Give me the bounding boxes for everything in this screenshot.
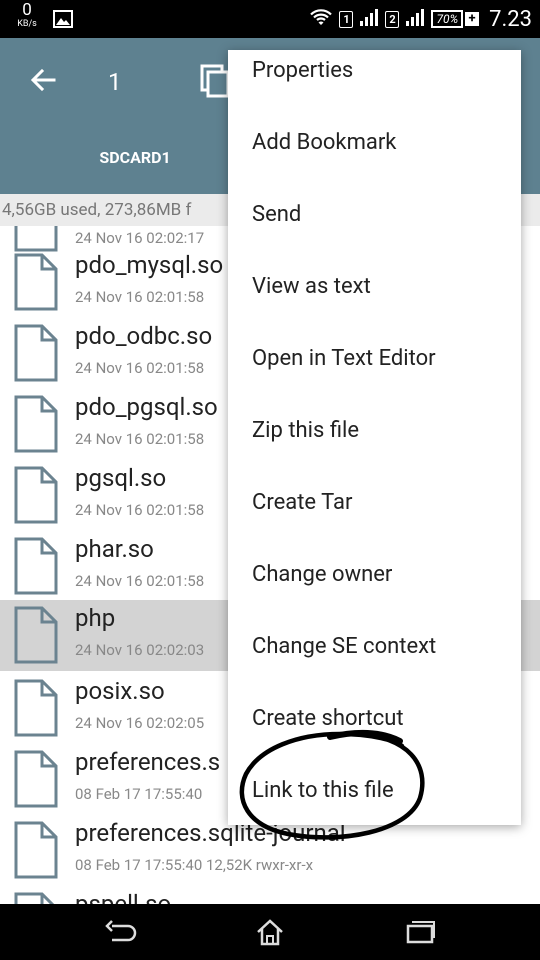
- file-icon: [14, 892, 55, 904]
- file-icon: [14, 253, 58, 311]
- menu-item-create-tar[interactable]: Create Tar: [228, 468, 521, 540]
- menu-item-label: Properties: [252, 58, 354, 83]
- file-meta: 24 Nov 16 02:02:17: [75, 229, 205, 247]
- menu-item-label: Change SE context: [252, 634, 437, 659]
- network-speed-unit: KB/s: [17, 19, 37, 29]
- sim1-badge: 1: [339, 10, 354, 28]
- file-meta: 24 Nov 16 02:01:58: [75, 501, 205, 519]
- menu-item-link-to-this-file[interactable]: Link to this file: [228, 756, 521, 825]
- menu-item-label: Add Bookmark: [252, 130, 397, 155]
- copy-icon: [200, 64, 230, 98]
- menu-item-label: Zip this file: [252, 418, 360, 443]
- file-meta: 24 Nov 16 02:01:58: [75, 288, 205, 306]
- menu-item-label: Change owner: [252, 562, 393, 587]
- menu-item-label: Link to this file: [252, 778, 394, 803]
- file-icon: [14, 324, 58, 382]
- file-icon: [14, 466, 58, 524]
- menu-item-zip-this-file[interactable]: Zip this file: [228, 396, 521, 468]
- nav-home-button[interactable]: [250, 916, 290, 948]
- file-meta: 24 Nov 16 02:01:58: [75, 430, 205, 448]
- file-name: pdo_odbc.so: [75, 322, 213, 350]
- network-speed-value: 0: [22, 0, 32, 20]
- file-meta: 24 Nov 16 02:02:03: [75, 641, 205, 659]
- nav-recents-button[interactable]: [400, 916, 440, 948]
- menu-item-open-in-text-editor[interactable]: Open in Text Editor: [228, 324, 521, 396]
- file-name: pdo_mysql.so: [75, 251, 224, 279]
- file-name: pgsql.so: [75, 464, 167, 492]
- battery-icon: 70% +: [431, 10, 480, 28]
- file-icon: [14, 537, 58, 595]
- file-icon: [14, 606, 58, 664]
- signal-icon: [359, 8, 379, 30]
- signal-icon: [405, 8, 425, 30]
- nav-recents-icon: [406, 921, 435, 944]
- menu-item-label: Open in Text Editor: [252, 346, 436, 371]
- arrow-back-icon: [30, 68, 56, 92]
- file-name: phar.so: [75, 535, 154, 563]
- file-name: pspell.so: [75, 890, 172, 904]
- copy-button[interactable]: [196, 60, 232, 100]
- menu-item-label: Send: [252, 202, 302, 227]
- menu-item-change-owner[interactable]: Change owner: [228, 540, 521, 612]
- menu-item-create-shortcut[interactable]: Create shortcut: [228, 684, 521, 756]
- storage-info-text: 4,56GB used, 273,86MB f: [2, 200, 192, 220]
- list-item[interactable]: pspell.so: [0, 886, 540, 904]
- file-icon: [14, 821, 58, 879]
- network-speed: 0 KB/s: [12, 2, 42, 29]
- context-menu: Properties Add Bookmark Send View as tex…: [228, 50, 521, 825]
- file-meta: 24 Nov 16 02:01:58: [75, 359, 205, 377]
- wifi-icon: [309, 7, 333, 31]
- menu-item-properties[interactable]: Properties: [228, 50, 521, 108]
- menu-item-add-bookmark[interactable]: Add Bookmark: [228, 108, 521, 180]
- charging-indicator: +: [465, 12, 480, 26]
- file-name: pdo_pgsql.so: [75, 393, 218, 421]
- list-item[interactable]: preferences.sqlite-journal 08 Feb 17 17:…: [0, 815, 540, 886]
- selection-count: 1: [108, 68, 122, 96]
- nav-home-icon: [257, 919, 283, 946]
- nav-back-icon: [105, 920, 137, 942]
- battery-level: 70%: [431, 10, 464, 28]
- menu-item-label: Create Tar: [252, 490, 353, 515]
- navigation-bar: [0, 904, 540, 960]
- menu-item-label: View as text: [252, 274, 371, 299]
- file-meta: 24 Nov 16 02:01:58: [75, 572, 205, 590]
- file-name: preferences.s: [75, 748, 221, 776]
- menu-item-change-se-context[interactable]: Change SE context: [228, 612, 521, 684]
- clock: 7.23: [489, 6, 532, 32]
- sim2-badge: 2: [385, 10, 400, 28]
- file-name: posix.so: [75, 677, 165, 705]
- menu-item-send[interactable]: Send: [228, 180, 521, 252]
- image-notification-icon: [53, 10, 73, 32]
- menu-item-label: Create shortcut: [252, 706, 404, 731]
- file-meta: 08 Feb 17 17:55:40: [75, 785, 203, 803]
- file-meta: 24 Nov 16 02:02:05: [75, 714, 205, 732]
- file-icon: [14, 395, 58, 453]
- nav-back-button[interactable]: [100, 916, 140, 948]
- file-meta: 08 Feb 17 17:55:40 12,52K rwxr-xr-x: [75, 856, 314, 874]
- file-icon: [14, 679, 58, 737]
- menu-item-view-as-text[interactable]: View as text: [228, 252, 521, 324]
- tab-sdcard1[interactable]: SDCARD1: [70, 148, 200, 167]
- file-icon: [14, 750, 58, 808]
- file-name: php: [75, 604, 116, 632]
- back-button[interactable]: [24, 60, 64, 100]
- status-bar: 0 KB/s 1 2 70% + 7.23: [0, 0, 540, 38]
